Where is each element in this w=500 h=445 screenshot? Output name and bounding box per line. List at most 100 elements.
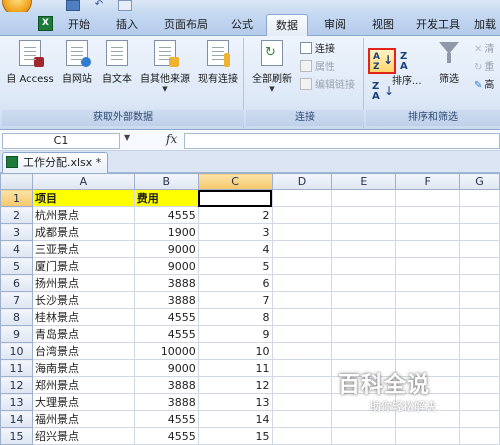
connections-button[interactable]: 连接 <box>300 42 335 58</box>
row-header[interactable]: 2 <box>0 206 33 224</box>
cell-b[interactable]: 10000 <box>133 342 199 360</box>
reapply-button[interactable]: ↻ 重 <box>474 60 494 76</box>
cell-a[interactable]: 大理景点 <box>31 393 135 411</box>
column-header-f[interactable]: F <box>395 173 461 190</box>
cell-b[interactable]: 3888 <box>133 274 199 292</box>
clear-filter-button[interactable]: ✕ 清 <box>474 42 494 58</box>
cell-d[interactable] <box>271 240 333 258</box>
cell-g[interactable] <box>459 342 500 360</box>
row-header[interactable]: 3 <box>0 223 33 241</box>
sort-ascending-button[interactable]: A Z ↓ <box>368 48 396 74</box>
cell-f[interactable] <box>395 325 461 343</box>
cell-c[interactable]: 9 <box>197 325 273 343</box>
row-header[interactable]: 8 <box>0 308 33 326</box>
cell-c[interactable]: 13 <box>197 393 273 411</box>
cell-b[interactable]: 3888 <box>133 393 199 411</box>
row-header[interactable]: 13 <box>0 393 33 411</box>
cell-d[interactable] <box>271 410 333 428</box>
cell-f[interactable] <box>395 240 461 258</box>
refresh-all-button[interactable]: ↻ 全部刷新 ▼ <box>248 40 296 93</box>
cell-b[interactable]: 9000 <box>133 257 199 275</box>
save-icon[interactable] <box>66 0 80 11</box>
cell-b[interactable]: 费用 <box>133 189 199 207</box>
column-header-d[interactable]: D <box>271 173 333 190</box>
cell-g[interactable] <box>459 393 500 411</box>
cell-c[interactable] <box>197 189 273 207</box>
column-header-g[interactable]: G <box>459 173 500 190</box>
cell-f[interactable] <box>395 223 461 241</box>
cell-f[interactable] <box>395 189 461 207</box>
cell-e[interactable] <box>331 223 397 241</box>
insert-function-icon[interactable]: fx <box>166 132 177 146</box>
cell-b[interactable]: 1900 <box>133 223 199 241</box>
cell-a[interactable]: 青岛景点 <box>31 325 135 343</box>
cell-b[interactable]: 4555 <box>133 308 199 326</box>
cell-a[interactable]: 杭州景点 <box>31 206 135 224</box>
tab-developer[interactable]: 开发工具 <box>410 14 466 36</box>
cell-g[interactable] <box>459 274 500 292</box>
row-header[interactable]: 14 <box>0 410 33 428</box>
cell-a[interactable]: 厦门景点 <box>31 257 135 275</box>
cell-c[interactable]: 12 <box>197 376 273 394</box>
row-header[interactable]: 9 <box>0 325 33 343</box>
cell-d[interactable] <box>271 223 333 241</box>
cell-d[interactable] <box>271 291 333 309</box>
cell-a[interactable]: 福州景点 <box>31 410 135 428</box>
cell-g[interactable] <box>459 189 500 207</box>
row-header[interactable]: 6 <box>0 274 33 292</box>
tab-view[interactable]: 视图 <box>362 14 404 36</box>
cell-b[interactable]: 3888 <box>133 291 199 309</box>
row-header[interactable]: 15 <box>0 427 33 445</box>
from-other-sources-button[interactable]: 自其他来源 ▼ <box>138 40 192 93</box>
undo-icon[interactable]: ↶ <box>92 0 106 11</box>
cell-c[interactable]: 8 <box>197 308 273 326</box>
cell-e[interactable] <box>331 257 397 275</box>
row-header[interactable]: 11 <box>0 359 33 377</box>
from-web-button[interactable]: 自网站 <box>58 40 96 92</box>
filter-button[interactable]: 筛选 <box>432 40 466 92</box>
cell-a[interactable]: 台湾景点 <box>31 342 135 360</box>
cell-f[interactable] <box>395 342 461 360</box>
cell-c[interactable]: 11 <box>197 359 273 377</box>
cell-g[interactable] <box>459 410 500 428</box>
from-access-button[interactable]: 自 Access <box>4 40 56 92</box>
cell-e[interactable] <box>331 274 397 292</box>
cell-e[interactable] <box>331 206 397 224</box>
advanced-filter-button[interactable]: ✎ 高 <box>474 78 494 94</box>
cell-g[interactable] <box>459 376 500 394</box>
column-header-e[interactable]: E <box>331 173 397 190</box>
cell-e[interactable] <box>331 427 397 445</box>
tab-formulas[interactable]: 公式 <box>222 14 262 36</box>
cell-f[interactable] <box>395 308 461 326</box>
cell-e[interactable] <box>331 325 397 343</box>
cell-e[interactable] <box>331 291 397 309</box>
cell-a[interactable]: 长沙景点 <box>31 291 135 309</box>
cell-e[interactable] <box>331 240 397 258</box>
cell-f[interactable] <box>395 257 461 275</box>
select-all-corner[interactable] <box>0 173 33 190</box>
cell-d[interactable] <box>271 274 333 292</box>
cell-d[interactable] <box>271 359 333 377</box>
chevron-down-icon[interactable]: ▼ <box>124 133 130 142</box>
cell-e[interactable] <box>331 189 397 207</box>
column-header-a[interactable]: A <box>31 173 135 190</box>
cell-b[interactable]: 4555 <box>133 206 199 224</box>
existing-connections-button[interactable]: 现有连接 <box>194 40 242 92</box>
cell-b[interactable]: 9000 <box>133 359 199 377</box>
tab-insert[interactable]: 插入 <box>106 14 148 36</box>
cell-b[interactable]: 4555 <box>133 325 199 343</box>
cell-a[interactable]: 三亚景点 <box>31 240 135 258</box>
cell-a[interactable]: 桂林景点 <box>31 308 135 326</box>
cell-b[interactable]: 9000 <box>133 240 199 258</box>
cell-d[interactable] <box>271 308 333 326</box>
cell-g[interactable] <box>459 223 500 241</box>
cell-g[interactable] <box>459 257 500 275</box>
cell-b[interactable]: 4555 <box>133 410 199 428</box>
row-header[interactable]: 1 <box>0 189 33 207</box>
cell-a[interactable]: 成都景点 <box>31 223 135 241</box>
cell-a[interactable]: 郑州景点 <box>31 376 135 394</box>
row-header[interactable]: 4 <box>0 240 33 258</box>
cell-c[interactable]: 14 <box>197 410 273 428</box>
cell-a[interactable]: 绍兴景点 <box>31 427 135 445</box>
cell-c[interactable]: 10 <box>197 342 273 360</box>
